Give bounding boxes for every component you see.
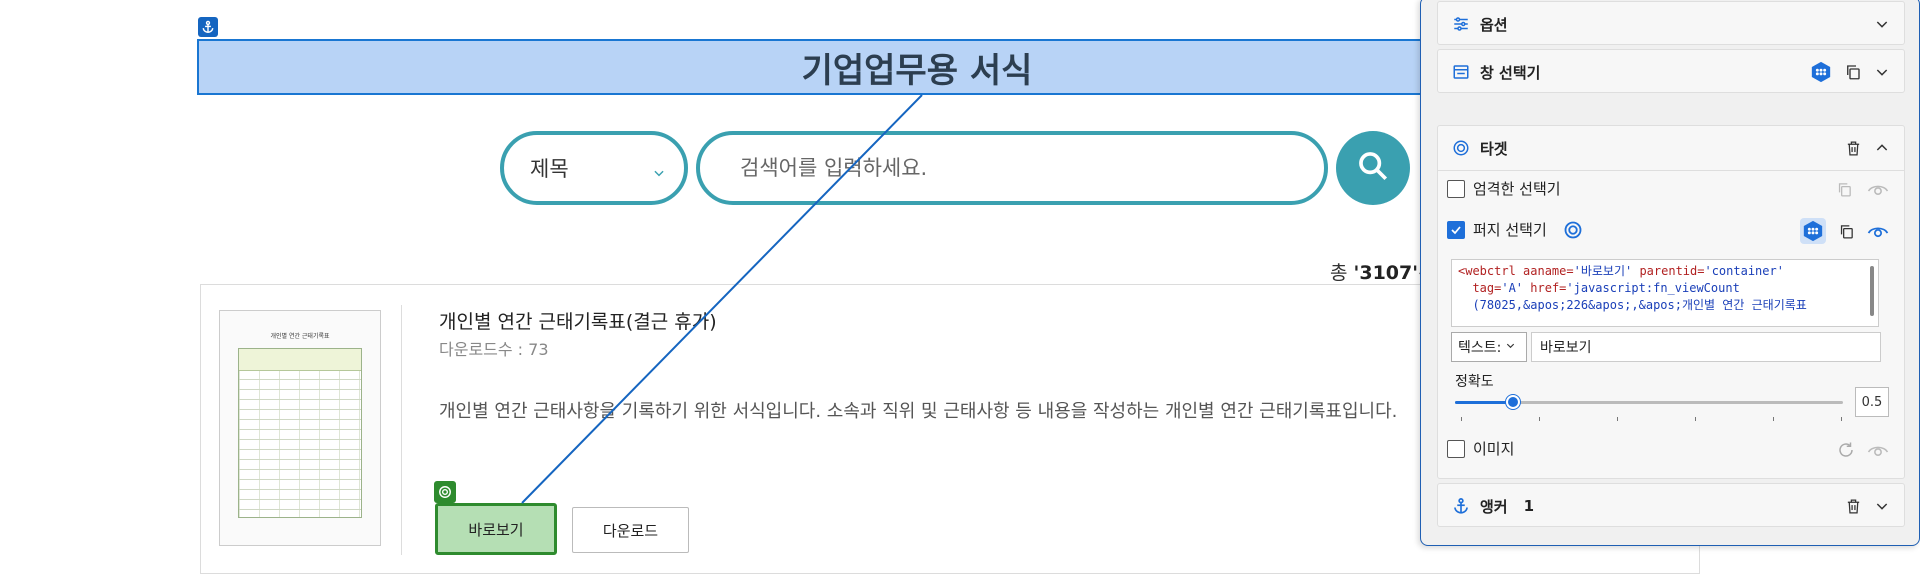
- target-marker-icon: [434, 481, 456, 503]
- selector-edit-icon[interactable]: [1810, 61, 1832, 83]
- total-count: '3107': [1353, 262, 1419, 284]
- window-icon: [1452, 63, 1470, 81]
- thumbnail-grid: [238, 348, 362, 518]
- fuzzy-selector-row: 퍼지 선택기: [1447, 219, 1583, 240]
- accuracy-slider-fill: [1455, 401, 1513, 404]
- accuracy-slider[interactable]: [1455, 395, 1843, 409]
- download-count: 다운로드수 : 73: [439, 340, 549, 359]
- search-category-select[interactable]: 제목: [500, 131, 688, 205]
- selector-panel: 옵션 창 선택기 타겟 엄격한 선택기 퍼지 선택기 <webctrl aana…: [1420, 0, 1920, 546]
- selector-code-editor[interactable]: <webctrl aaname='바로보기' parentid='contain…: [1451, 259, 1879, 327]
- screen: 기업업무용 서식 제목 총 '3107'건 개인별 연간 근태기록표 개인별 연…: [0, 0, 1920, 575]
- selector-edit-icon[interactable]: [1800, 218, 1826, 244]
- total-prefix: 총: [1330, 262, 1348, 284]
- search-category-value: 제목: [530, 157, 569, 181]
- options-label: 옵션: [1480, 15, 1508, 34]
- match-text-value: 바로보기: [1540, 340, 1592, 356]
- target-icon[interactable]: [1563, 220, 1583, 240]
- view-button[interactable]: 바로보기: [435, 503, 557, 555]
- trash-icon[interactable]: [1845, 498, 1862, 515]
- search-button[interactable]: [1336, 131, 1410, 205]
- anchor-marker-icon: [198, 17, 218, 37]
- options-section[interactable]: 옵션: [1437, 1, 1905, 45]
- anchor-count: 1: [1523, 497, 1535, 515]
- slider-tick: [1695, 417, 1696, 421]
- accuracy-value-input[interactable]: 0.5: [1855, 387, 1889, 417]
- match-text-input[interactable]: 바로보기: [1531, 332, 1881, 362]
- search-icon: [1356, 149, 1390, 187]
- target-label: 타겟: [1480, 139, 1508, 158]
- copy-icon[interactable]: [1844, 63, 1862, 81]
- page-title: 기업업무용 서식: [801, 50, 1033, 91]
- match-type-select[interactable]: 텍스트:: [1451, 332, 1527, 362]
- document-thumbnail[interactable]: 개인별 연간 근태기록표: [219, 310, 381, 546]
- match-type-value: 텍스트:: [1458, 340, 1502, 356]
- accuracy-label: 정확도: [1455, 374, 1494, 390]
- image-row: 이미지: [1447, 438, 1514, 459]
- chevron-down-icon: [652, 161, 666, 185]
- target-icon: [1452, 139, 1470, 157]
- divider: [401, 305, 402, 555]
- sliders-icon: [1452, 15, 1470, 33]
- window-selector-label: 창 선택기: [1480, 63, 1541, 82]
- slider-tick: [1539, 417, 1540, 421]
- accuracy-slider-handle[interactable]: [1506, 395, 1520, 409]
- anchor-section[interactable]: 앵커 1: [1437, 483, 1905, 527]
- fuzzy-selector-checkbox[interactable]: [1447, 220, 1465, 239]
- page-title-banner: 기업업무용 서식: [197, 39, 1497, 95]
- refresh-icon[interactable]: [1837, 441, 1855, 459]
- slider-tick: [1617, 417, 1618, 421]
- strict-selector-row: 엄격한 선택기: [1447, 178, 1561, 199]
- eye-icon[interactable]: [1867, 181, 1889, 198]
- strict-selector-checkbox[interactable]: [1447, 179, 1465, 198]
- window-selector-section[interactable]: 창 선택기: [1437, 49, 1905, 93]
- download-button[interactable]: 다운로드: [572, 507, 689, 553]
- slider-tick: [1461, 417, 1462, 421]
- document-title[interactable]: 개인별 연간 근태기록표(결근 휴가): [439, 307, 717, 334]
- eye-icon[interactable]: [1867, 441, 1889, 459]
- trash-icon[interactable]: [1845, 140, 1862, 157]
- slider-tick: [1841, 417, 1842, 421]
- image-label: 이미지: [1473, 440, 1515, 458]
- strict-selector-label: 엄격한 선택기: [1473, 180, 1561, 198]
- chevron-down-icon[interactable]: [1874, 498, 1890, 514]
- fuzzy-selector-label: 퍼지 선택기: [1473, 221, 1547, 239]
- search-input[interactable]: [696, 131, 1328, 205]
- slider-tick: [1773, 417, 1774, 421]
- anchor-label: 앵커: [1480, 497, 1508, 516]
- chevron-down-icon: [1505, 339, 1516, 355]
- copy-icon[interactable]: [1836, 181, 1853, 198]
- document-description: 개인별 연간 근태사항을 기록하기 위한 서식입니다. 소속과 직위 및 근태사…: [439, 401, 1398, 422]
- chevron-up-icon[interactable]: [1874, 140, 1890, 156]
- chevron-down-icon[interactable]: [1874, 64, 1890, 80]
- image-checkbox[interactable]: [1447, 439, 1465, 458]
- anchor-icon: [1452, 497, 1470, 515]
- code-scrollbar[interactable]: [1870, 266, 1874, 316]
- chevron-down-icon[interactable]: [1874, 16, 1890, 32]
- copy-icon[interactable]: [1838, 223, 1855, 240]
- thumbnail-title: 개인별 연간 근태기록표: [270, 333, 330, 340]
- eye-icon[interactable]: [1867, 223, 1889, 240]
